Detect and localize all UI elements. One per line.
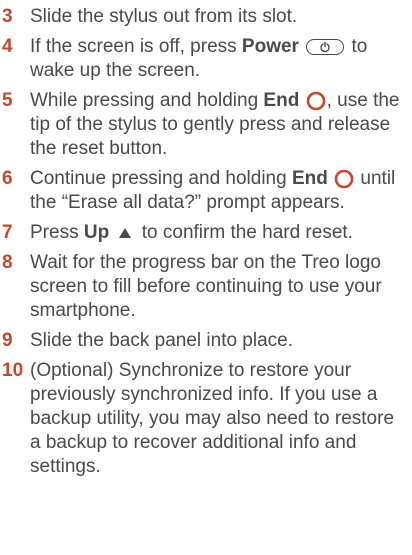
step-4: 4 If the screen is off, press Power to w… bbox=[0, 35, 412, 83]
step-3: 3 Slide the stylus out from its slot. bbox=[0, 5, 412, 29]
step-6: 6 Continue pressing and holding End unti… bbox=[0, 167, 412, 215]
step-number: 10 bbox=[2, 360, 24, 381]
key-name-up: Up bbox=[83, 222, 110, 243]
instruction-page: 3 Slide the stylus out from its slot. 4 … bbox=[0, 0, 412, 555]
step-text: Continue pressing and holding bbox=[30, 168, 292, 189]
step-10: 10 (Optional) Synchronize to restore you… bbox=[0, 359, 412, 479]
end-icon bbox=[306, 91, 325, 111]
step-text: Wait for the progress bar on the Treo lo… bbox=[30, 252, 382, 321]
step-8: 8 Wait for the progress bar on the Treo … bbox=[0, 251, 412, 323]
step-number: 5 bbox=[2, 90, 13, 111]
step-9: 9 Slide the back panel into place. bbox=[0, 329, 412, 353]
step-text: While pressing and holding bbox=[30, 90, 264, 111]
step-text: Slide the stylus out from its slot. bbox=[30, 6, 298, 27]
step-number: 8 bbox=[2, 252, 13, 273]
step-number: 9 bbox=[2, 330, 13, 351]
key-name-end: End bbox=[263, 90, 300, 111]
end-icon bbox=[334, 169, 354, 189]
key-name-power: Power bbox=[241, 36, 299, 57]
step-number: 4 bbox=[2, 36, 13, 57]
step-text: If the screen is off, press bbox=[30, 36, 242, 57]
step-number: 6 bbox=[2, 168, 13, 189]
step-5: 5 While pressing and holding End , use t… bbox=[0, 89, 412, 161]
step-7: 7 Press Up to confirm the hard reset. bbox=[0, 221, 412, 245]
step-number: 7 bbox=[2, 222, 13, 243]
power-icon bbox=[306, 38, 345, 55]
step-text: to confirm the hard reset. bbox=[136, 222, 353, 243]
key-name-end: End bbox=[291, 168, 328, 189]
step-text: (Optional) Synchronize to restore your p… bbox=[30, 360, 395, 477]
step-text: Press bbox=[30, 222, 84, 243]
step-number: 3 bbox=[2, 6, 13, 27]
up-arrow-icon bbox=[119, 227, 132, 238]
step-text: Slide the back panel into place. bbox=[30, 330, 294, 351]
